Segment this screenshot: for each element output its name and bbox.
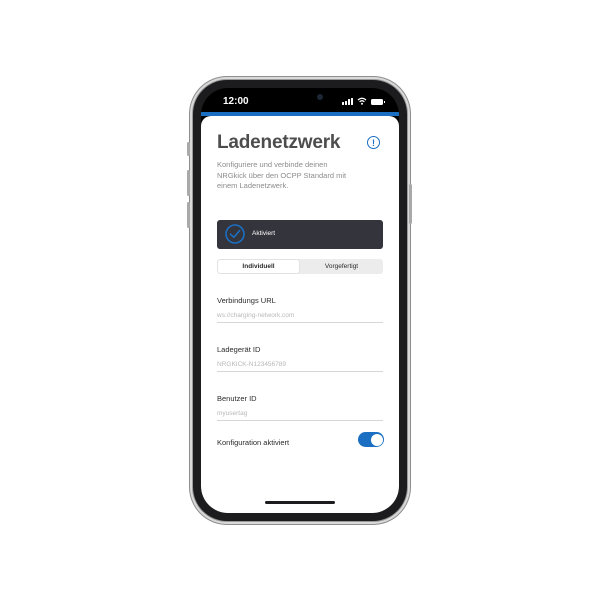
charger-id-label: Ladegerät ID (217, 345, 261, 354)
user-id-label: Benutzer ID (217, 394, 257, 403)
page-title: Ladenetzwerk (217, 132, 341, 153)
status-bar: 12:00 (201, 88, 399, 114)
status-icons (342, 97, 385, 105)
phone-screen: 12:00 Ladenetzwerk ! Konfiguriere und ve… (201, 88, 399, 513)
wifi-icon (357, 97, 367, 105)
segment-vorgefertigt[interactable]: Vorgefertigt (301, 260, 382, 273)
segment-individuell[interactable]: Individuell (218, 260, 299, 273)
status-label: Aktiviert (252, 230, 276, 237)
user-id-input[interactable] (217, 406, 383, 421)
toggle-knob (370, 433, 383, 446)
charger-id-input[interactable] (217, 357, 383, 372)
connection-url-input[interactable] (217, 308, 383, 323)
camera-icon (317, 94, 323, 100)
status-card: Aktiviert (217, 220, 383, 249)
power-button (409, 184, 412, 224)
mute-switch (187, 142, 190, 156)
config-toggle[interactable] (358, 432, 384, 447)
dynamic-island (283, 91, 327, 103)
status-time: 12:00 (223, 96, 249, 107)
phone-frame: 12:00 Ladenetzwerk ! Konfiguriere und ve… (187, 80, 412, 521)
page-subtitle: Konfiguriere und verbinde deinen NRGkick… (217, 160, 347, 190)
signal-icon (342, 97, 353, 105)
config-toggle-label: Konfiguration aktiviert (217, 438, 290, 447)
info-icon[interactable]: ! (367, 136, 380, 149)
battery-icon (371, 99, 385, 105)
segmented-control: Individuell Vorgefertigt (217, 259, 383, 274)
settings-sheet: Ladenetzwerk ! Konfiguriere und verbinde… (201, 116, 399, 513)
volume-up-button (187, 170, 190, 196)
check-circle-icon (225, 224, 245, 244)
volume-down-button (187, 202, 190, 228)
connection-url-label: Verbindungs URL (217, 296, 276, 305)
home-indicator[interactable] (265, 501, 335, 504)
